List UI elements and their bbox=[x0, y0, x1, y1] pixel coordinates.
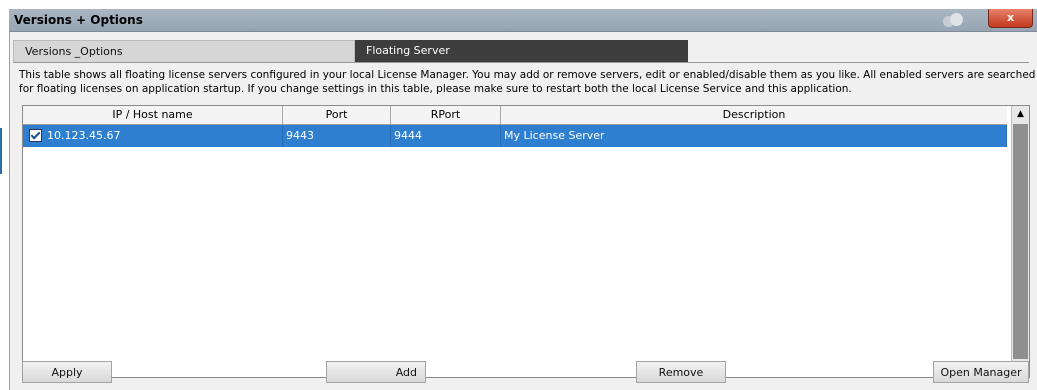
description-text: This table shows all floating license se… bbox=[19, 68, 1036, 96]
enabled-checkbox[interactable] bbox=[29, 128, 42, 142]
host-value: 10.123.45.67 bbox=[47, 129, 121, 142]
scroll-up-icon[interactable]: ▲ bbox=[1012, 106, 1029, 123]
table-row[interactable]: 10.123.45.67 9443 9444 My License Server bbox=[23, 125, 1007, 147]
background-accent bbox=[0, 128, 2, 174]
scroll-thumb[interactable] bbox=[1013, 124, 1028, 359]
column-header-host[interactable]: IP / Host name bbox=[23, 106, 283, 124]
column-header-rport[interactable]: RPort bbox=[391, 106, 501, 124]
cell-host: 10.123.45.67 bbox=[23, 125, 283, 147]
column-header-port[interactable]: Port bbox=[283, 106, 391, 124]
tab-bar: Versions _Options Floating Server bbox=[13, 40, 1029, 63]
tab-floating-server[interactable]: Floating Server bbox=[355, 40, 688, 62]
open-manager-button[interactable]: Open Manager bbox=[933, 361, 1029, 383]
column-header-description[interactable]: Description bbox=[501, 106, 1007, 124]
versions-options-window: Versions + Options x Versions _Options F… bbox=[9, 9, 1037, 390]
tab-divider bbox=[13, 62, 1029, 63]
license-server-table: IP / Host name Port RPort Description 10… bbox=[22, 105, 1030, 378]
remove-button[interactable]: Remove bbox=[636, 361, 726, 383]
close-button[interactable]: x bbox=[988, 9, 1033, 28]
description-line-1: This table shows all floating license se… bbox=[19, 69, 1036, 81]
vertical-scrollbar[interactable]: ▲ ▼ bbox=[1011, 106, 1029, 377]
apply-button[interactable]: Apply bbox=[22, 361, 112, 383]
window-title: Versions + Options bbox=[14, 13, 143, 27]
cell-rport[interactable]: 9444 bbox=[391, 125, 501, 147]
bubbles-icon bbox=[943, 13, 969, 27]
tab-versions-options[interactable]: Versions _Options bbox=[13, 40, 355, 62]
title-bar[interactable]: Versions + Options x bbox=[9, 9, 1037, 32]
add-button[interactable]: Add bbox=[326, 361, 426, 383]
table-header: IP / Host name Port RPort Description bbox=[23, 106, 1007, 125]
cell-port[interactable]: 9443 bbox=[283, 125, 391, 147]
description-line-2: for floating licenses on application sta… bbox=[19, 83, 852, 95]
cell-description[interactable]: My License Server bbox=[501, 125, 1007, 147]
